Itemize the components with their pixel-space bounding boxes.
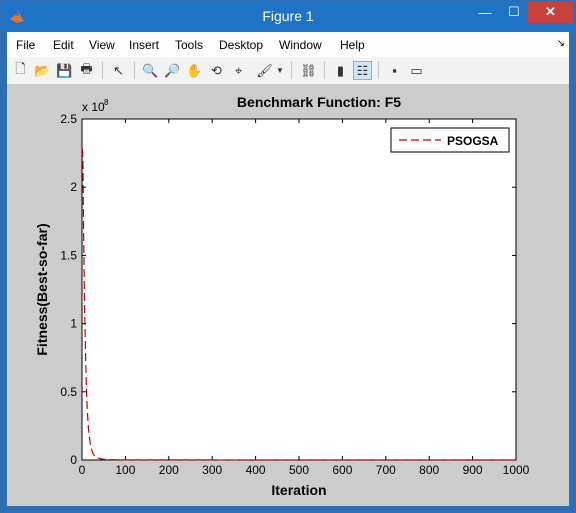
chart: 0 100 200 300 400 500 600 700 800 900 1000 0 0.5 1 1.5… [34,94,530,498]
x-tick-label: 100 [115,463,135,477]
link-plot-icon[interactable]: ⛓ [299,61,318,80]
x-tick-label: 400 [246,463,266,477]
insert-colorbar-icon[interactable]: ▮ [331,61,350,80]
rotate-3d-icon[interactable]: ⟲ [207,61,226,80]
x-axis-label: Iteration [271,482,326,498]
x-tick-label: 600 [332,463,352,477]
y-axis-label: Fitness(Best-so-far) [34,223,50,355]
x-tick-label: 0 [79,463,86,477]
brush-dropdown-icon[interactable]: ▼ [275,61,285,80]
menu-insert[interactable]: Insert [129,38,159,52]
maximize-button[interactable]: ☐ [500,1,528,23]
insert-legend-icon[interactable]: ☷ [353,61,372,80]
x-tick-label: 700 [376,463,396,477]
y-exponent-power: 8 [104,98,109,107]
figure-window: Figure 1 — ☐ ✕ File Edit View Insert Too… [0,0,576,513]
figure-toolbar: 🗋 📂 💾 🖶 ↖ 🔍 🔎 ✋ ⟲ ⌖ 🖌 ▼ ⛓ ▮ ☷ ▪ ▭ [7,57,569,85]
y-exponent-label: x 10 [82,100,105,114]
y-tick-label: 0 [70,453,77,467]
print-icon[interactable]: 🖶 [77,61,96,80]
menu-help[interactable]: Help [340,38,365,52]
menu-desktop[interactable]: Desktop [219,38,263,52]
x-tick-label: 500 [289,463,309,477]
y-tick-label: 0.5 [60,385,77,399]
menu-view[interactable]: View [89,38,115,52]
save-icon[interactable]: 💾 [55,61,74,80]
y-tick-label: 1 [70,317,77,331]
hide-plot-tools-icon[interactable]: ▪ [385,61,404,80]
x-tick-label: 900 [463,463,483,477]
menu-bar: File Edit View Insert Tools Desktop Wind… [7,32,569,58]
open-file-icon[interactable]: 📂 [33,61,52,80]
axes-box [81,118,517,461]
title-bar[interactable]: Figure 1 — ☐ ✕ [1,1,575,32]
toolbar-separator [291,62,292,79]
data-cursor-icon[interactable]: ⌖ [229,61,248,80]
menu-file[interactable]: File [16,38,35,52]
toolbar-separator [102,62,103,79]
toolbar-separator [324,62,325,79]
menu-window[interactable]: Window [279,38,322,52]
x-tick-label: 800 [419,463,439,477]
pan-hand-icon[interactable]: ✋ [185,61,204,80]
x-tick-label: 300 [202,463,222,477]
close-button[interactable]: ✕ [528,1,573,23]
menu-tools[interactable]: Tools [175,38,203,52]
minimize-button[interactable]: — [471,1,499,23]
zoom-in-icon[interactable]: 🔍 [141,61,160,80]
toolbar-separator [378,62,379,79]
y-tick-label: 2 [70,180,77,194]
chart-title: Benchmark Function: F5 [237,94,401,110]
show-plot-tools-icon[interactable]: ▭ [407,61,426,80]
x-tick-label: 200 [159,463,179,477]
figure-canvas: 0 100 200 300 400 500 600 700 800 900 1000 0 0.5 1 1.5… [7,85,569,506]
toolbar-separator [134,62,135,79]
y-tick-label: 2.5 [60,112,77,126]
edit-plot-arrow-icon[interactable]: ↖ [109,61,128,80]
new-figure-icon[interactable]: 🗋 [11,61,30,80]
plot-svg: 0 100 200 300 400 500 600 700 800 900 1000 0 0.5 1 1.5… [34,94,530,498]
x-tick-label: 1000 [503,463,530,477]
zoom-out-icon[interactable]: 🔎 [163,61,182,80]
brush-icon[interactable]: 🖌 [255,61,274,80]
dock-arrow-icon[interactable]: ↘ [557,38,565,49]
y-tick-label: 1.5 [60,248,77,262]
menu-edit[interactable]: Edit [53,38,74,52]
legend-entry: PSOGSA [447,134,499,148]
